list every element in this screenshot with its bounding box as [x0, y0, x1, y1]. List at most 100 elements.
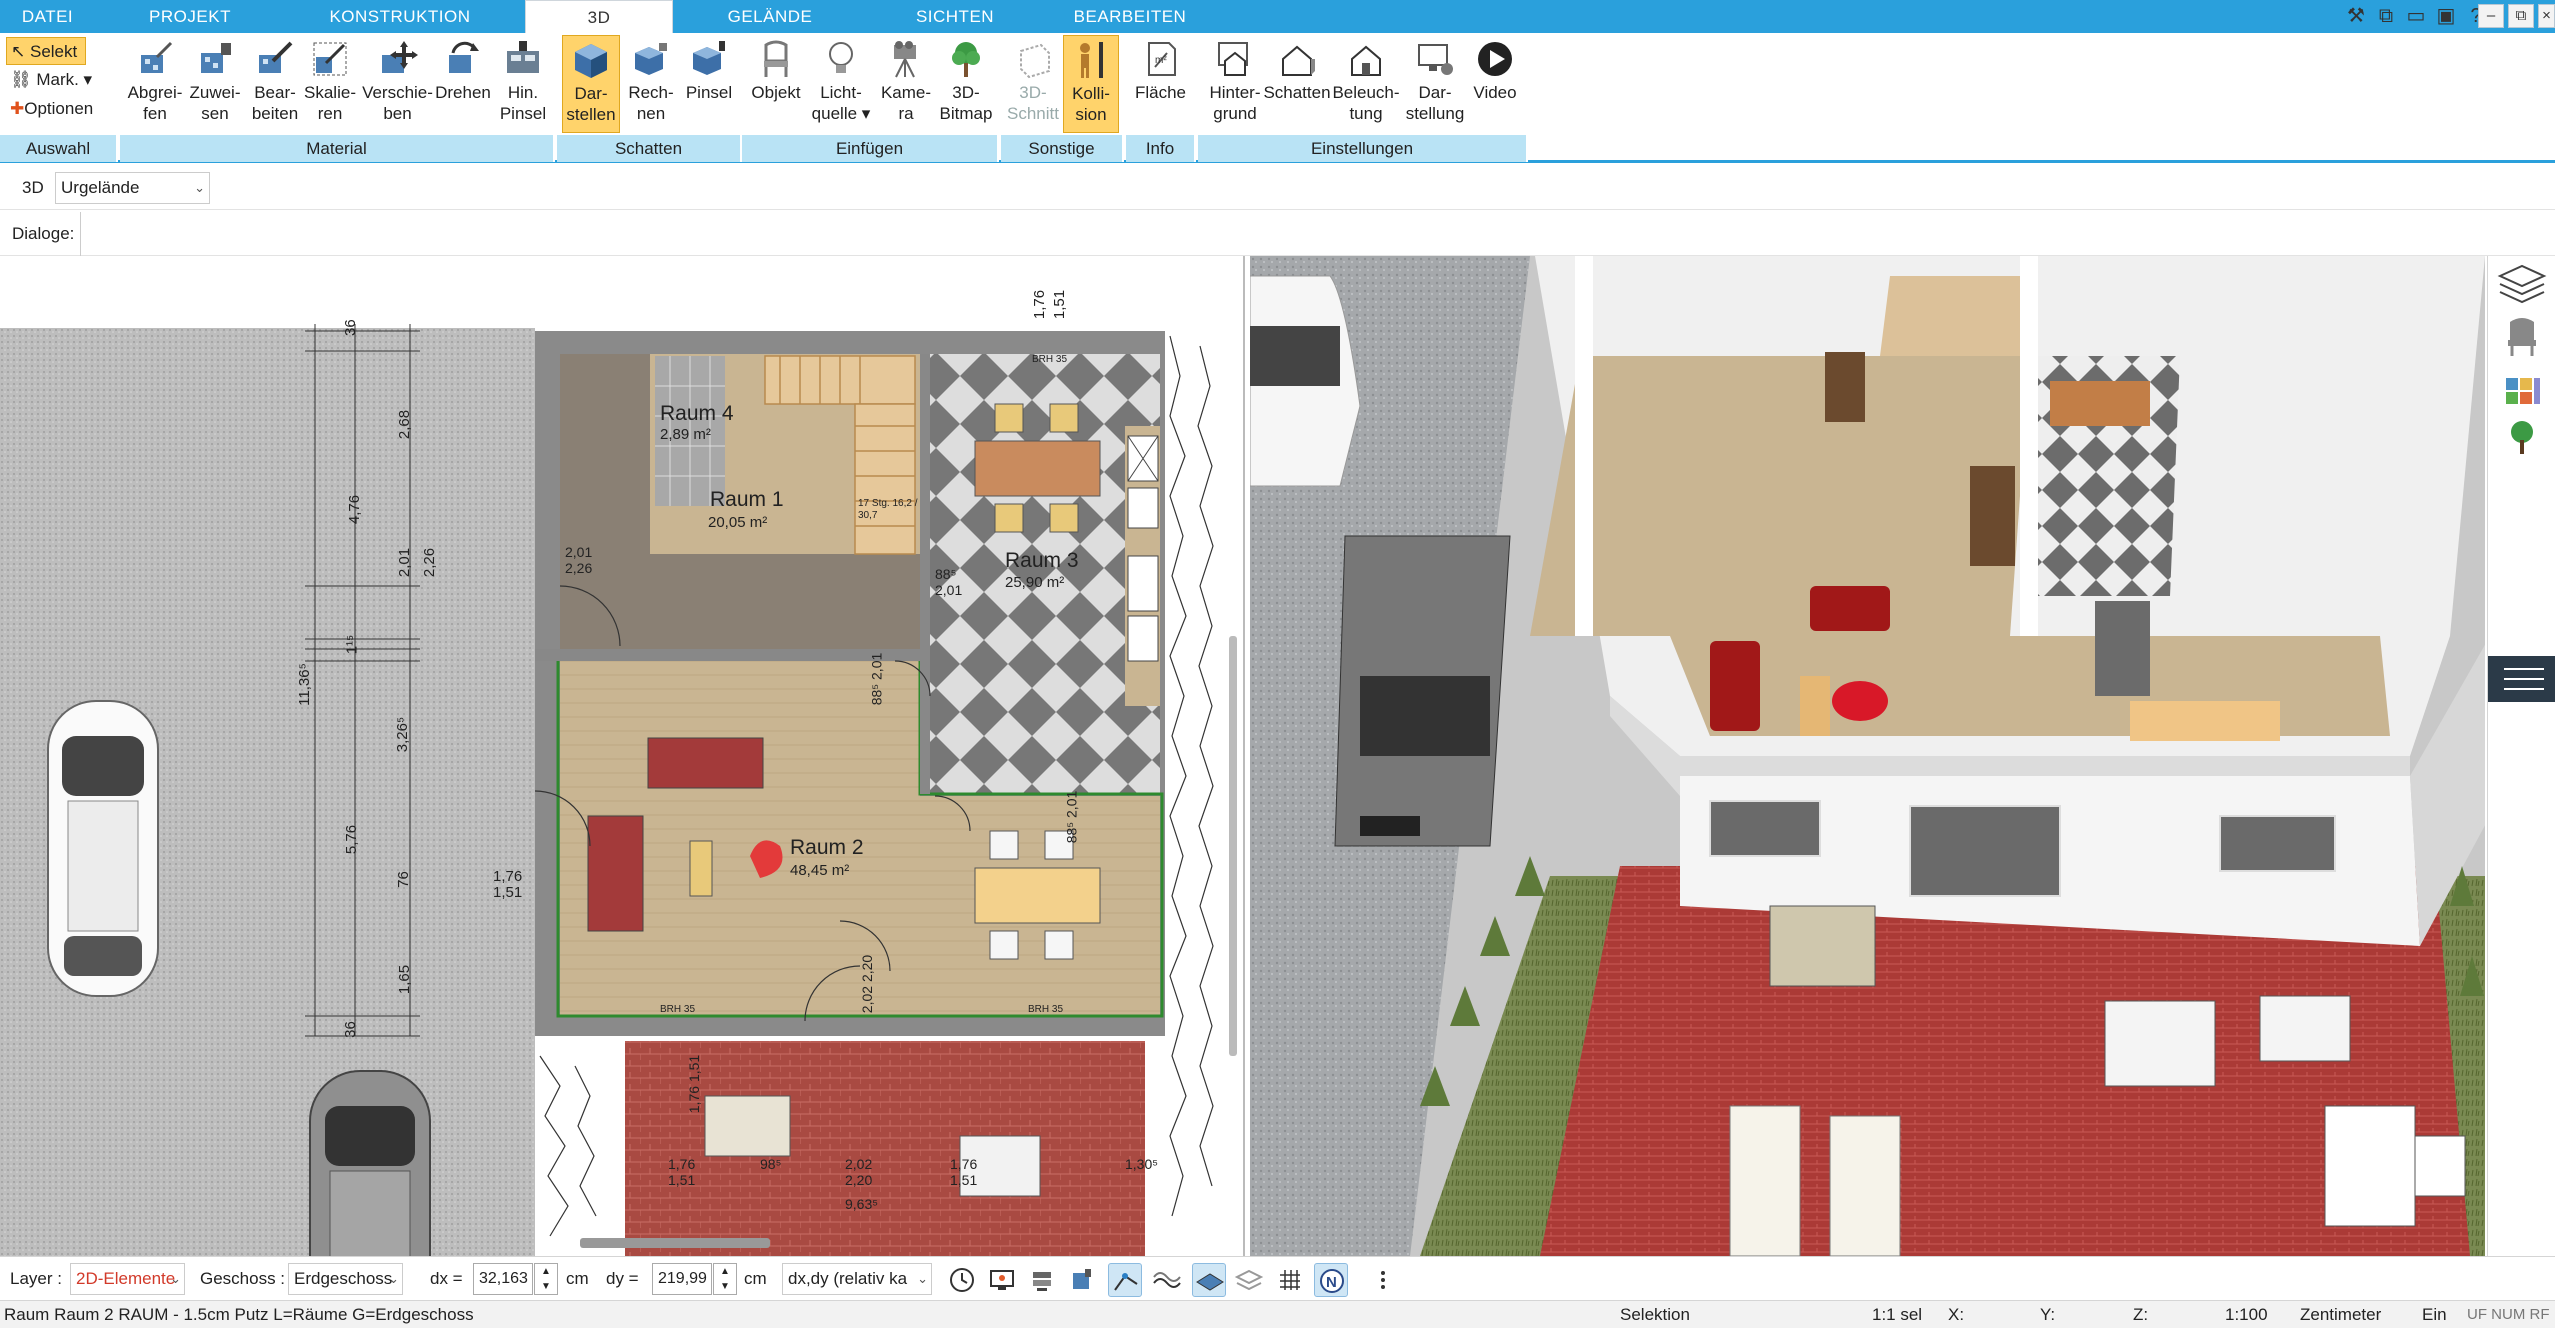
svg-text:N: N [1326, 1274, 1337, 1291]
stack-icon[interactable] [1025, 1263, 1059, 1297]
lichtquelle-button[interactable]: Licht-quelle ▾ [810, 35, 872, 133]
bottom-dim-1a: 1,76 [668, 1156, 696, 1172]
3d-schnitt-button[interactable]: 3D- Schnitt [1003, 35, 1063, 133]
monitor-icon[interactable] [985, 1263, 1019, 1297]
layers-icon[interactable] [2497, 264, 2547, 304]
hintergrund-button[interactable]: Hinter-grund [1200, 35, 1270, 133]
tab-projekt[interactable]: PROJEKT [100, 0, 280, 33]
bottom-dim-1305: 1,30⁵ [1125, 1156, 1159, 1172]
restore-button[interactable]: ⧉ [2508, 4, 2534, 28]
darstellen-button[interactable]: Dar-stellen [562, 35, 620, 133]
dx-stepper[interactable]: ▲ ▼ [534, 1263, 558, 1295]
hin-pinsel-button[interactable]: Hin. Pinsel [493, 35, 553, 133]
door-dim-1a: 2,01 [565, 544, 593, 560]
window-icon[interactable]: ▭ [2403, 3, 2429, 29]
rechnen-label-2: nen [636, 104, 666, 123]
verschieben-button[interactable]: Verschie-ben [360, 35, 435, 133]
plan-horizontal-scrollbar[interactable] [580, 1238, 770, 1248]
layer-select[interactable]: 2D-Elemente ⌄ [70, 1263, 185, 1295]
verschieben-label-2: ben [383, 104, 412, 123]
kamera-label-2: ra [898, 104, 914, 123]
menu-handle-icon[interactable] [2488, 656, 2555, 702]
group-einstellungen-label: Einstellungen [1198, 135, 1528, 162]
plants-tree-icon[interactable] [2511, 421, 2533, 454]
snap-line-icon[interactable] [1108, 1263, 1142, 1297]
plane-icon[interactable] [1192, 1263, 1226, 1297]
dy-input[interactable]: 219,99 [652, 1263, 712, 1295]
camera-icon [894, 41, 916, 78]
layer-value: 2D-Elemente [76, 1269, 176, 1288]
schatten-pinsel-button[interactable]: Pinsel [680, 35, 738, 133]
tab-sichten[interactable]: SICHTEN [880, 0, 1030, 33]
abgreifen-label-1: Abgrei- [127, 83, 183, 102]
door-dim-2a: 88⁵ [935, 566, 957, 582]
grid-icon[interactable] [1273, 1263, 1307, 1297]
dy-stepper[interactable]: ▲ ▼ [713, 1263, 737, 1295]
darstellen-label-1: Dar- [574, 84, 608, 103]
tab-bearbeiten[interactable]: BEARBEITEN [1040, 0, 1220, 33]
3d-bitmap-button[interactable]: 3D- Bitmap [935, 35, 997, 133]
floor-plan-canvas[interactable] [0, 256, 1245, 1256]
close-button[interactable]: × [2538, 4, 2555, 28]
minimize-button[interactable]: – [2478, 4, 2504, 28]
rechnen-button[interactable]: Rech-nen [622, 35, 680, 133]
darstellung-button[interactable]: Dar-stellung [1400, 35, 1470, 133]
clock-icon[interactable] [945, 1263, 979, 1297]
mark-button[interactable]: ⛓ Mark. ▾ [6, 66, 96, 94]
tab-gelaende[interactable]: GELÄNDE [690, 0, 850, 33]
view-toolbar: 3D Urgelände ⌄ [0, 166, 2555, 210]
plan-vertical-scrollbar[interactable] [1229, 636, 1237, 1056]
bearbeiten-button[interactable]: Bear-beiten [245, 35, 305, 133]
3d-render[interactable] [1250, 256, 2485, 1256]
dx-label: dx = [430, 1269, 463, 1288]
floor-plan-view[interactable]: Raum 4 2,89 m² Raum 1 20,05 m² Raum 3 25… [0, 256, 1245, 1256]
darstellung-label-2: stellung [1405, 104, 1465, 123]
more-options-icon[interactable] [1366, 1263, 1400, 1297]
status-ein: Ein [2422, 1305, 2447, 1324]
wall-interior-1 [535, 649, 925, 661]
geschoss-value: Erdgeschoss [294, 1269, 393, 1288]
hintergrund-label-2: grund [1213, 104, 1257, 123]
schatten-settings-button[interactable]: Schatten [1262, 35, 1332, 133]
status-scale: 1:100 [2225, 1305, 2268, 1324]
north-compass-icon[interactable]: N [1314, 1263, 1348, 1297]
darstellen-label-2: stellen [566, 105, 616, 124]
flaeche-button[interactable]: m² Fläche [1128, 35, 1193, 133]
dim-top-151: 1,51 [1051, 289, 1069, 320]
skalieren-button[interactable]: Skalie-ren [300, 35, 360, 133]
dim-268: 2,68 [396, 409, 414, 440]
geschoss-select[interactable]: Erdgeschoss ⌄ [288, 1263, 403, 1295]
kollision-button[interactable]: Kolli-sion [1063, 35, 1119, 133]
svg-text:m²: m² [1155, 55, 1167, 66]
drehen-button[interactable]: Drehen [433, 35, 493, 133]
tab-3d[interactable]: 3D [525, 0, 673, 33]
materials-palette-icon[interactable] [2506, 378, 2540, 404]
selekt-label: Selekt [29, 42, 78, 61]
dx-input[interactable]: 32,163 [473, 1263, 533, 1295]
tab-konstruktion[interactable]: KONSTRUKTION [300, 0, 500, 33]
3d-view[interactable] [1250, 256, 2485, 1256]
bottom-dim-4b: 1,51 [686, 1054, 703, 1083]
beleuchtung-button[interactable]: Beleuch-tung [1330, 35, 1402, 133]
restore-small-icon[interactable]: ⧉ [2373, 3, 2399, 29]
lightbulb-icon [829, 42, 853, 73]
paint-bucket-icon[interactable] [1065, 1263, 1099, 1297]
room-2-floor-3d [1670, 636, 2390, 736]
furniture-chair-icon[interactable] [2508, 318, 2536, 356]
tools-icon[interactable]: ⚒ [2343, 3, 2369, 29]
layers-stack-icon[interactable] [1232, 1263, 1266, 1297]
objekt-button[interactable]: Objekt [745, 35, 807, 133]
selekt-button[interactable]: ↖ Selekt [6, 37, 86, 65]
abgreifen-button[interactable]: Abgrei-fen [125, 35, 185, 133]
interior-wall-3d-1 [1575, 256, 1593, 636]
coordinate-mode-select[interactable]: dx,dy (relativ ka ⌄ [782, 1263, 932, 1295]
terrain-select[interactable]: Urgelände ⌄ [55, 172, 210, 204]
optionen-button[interactable]: ✚Optionen [6, 95, 111, 123]
window-alt-icon[interactable]: ▣ [2433, 3, 2459, 29]
snap-wave-icon[interactable] [1150, 1263, 1184, 1297]
tab-datei[interactable]: DATEI [0, 0, 95, 33]
zuweisen-button[interactable]: Zuwei-sen [185, 35, 245, 133]
kamera-button[interactable]: Kame-ra [875, 35, 937, 133]
car-3d-grey [1334, 535, 1511, 847]
video-button[interactable]: Video [1464, 35, 1526, 133]
